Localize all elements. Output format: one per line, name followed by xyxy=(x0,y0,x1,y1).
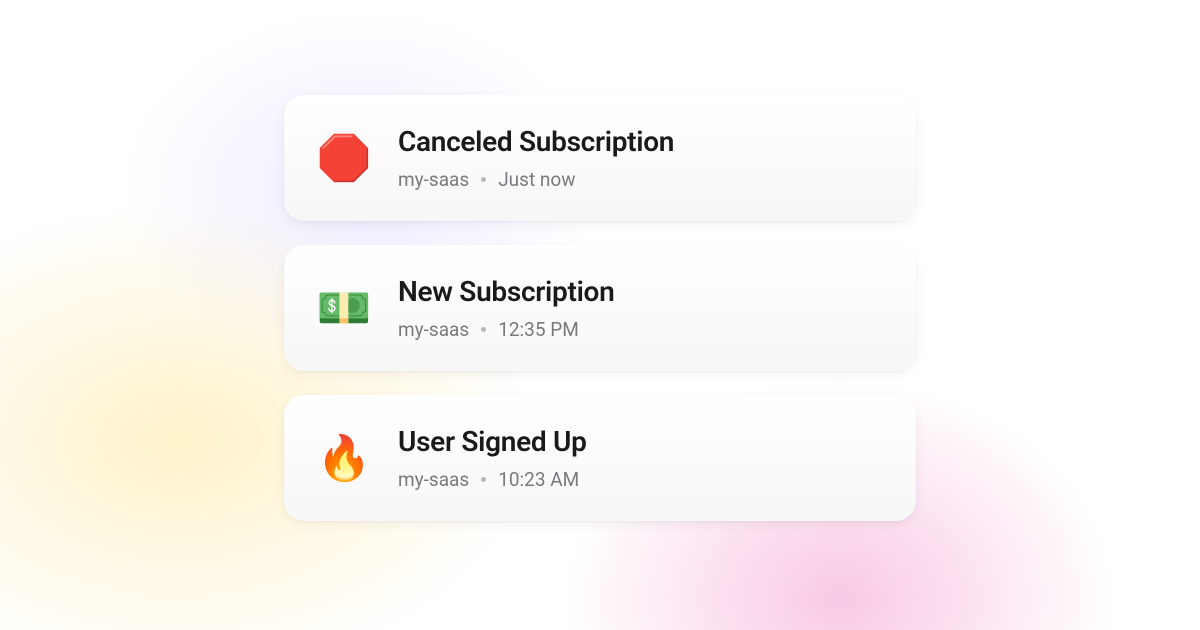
notification-content: User Signed Up my-saas 10:23 AM xyxy=(398,425,587,491)
notification-title: Canceled Subscription xyxy=(398,125,674,158)
notification-card[interactable]: 💵 New Subscription my-saas 12:35 PM xyxy=(284,245,916,371)
notification-time: 12:35 PM xyxy=(498,318,579,341)
notification-source: my-saas xyxy=(398,168,469,191)
notification-title: New Subscription xyxy=(398,275,614,308)
notification-meta: my-saas 10:23 AM xyxy=(398,468,587,491)
notification-meta: my-saas Just now xyxy=(398,168,674,191)
separator-dot xyxy=(481,177,486,182)
notification-card[interactable]: 🔥 User Signed Up my-saas 10:23 AM xyxy=(284,395,916,521)
notification-source: my-saas xyxy=(398,468,469,491)
notification-title: User Signed Up xyxy=(398,425,587,458)
notification-content: Canceled Subscription my-saas Just now xyxy=(398,125,674,191)
notification-source: my-saas xyxy=(398,318,469,341)
notification-time: 10:23 AM xyxy=(498,468,579,491)
stop-sign-icon: 🛑 xyxy=(318,132,370,184)
notification-meta: my-saas 12:35 PM xyxy=(398,318,614,341)
fire-icon: 🔥 xyxy=(318,432,370,484)
separator-dot xyxy=(481,327,486,332)
notifications-list: 🛑 Canceled Subscription my-saas Just now… xyxy=(284,95,916,521)
notification-content: New Subscription my-saas 12:35 PM xyxy=(398,275,614,341)
notification-card[interactable]: 🛑 Canceled Subscription my-saas Just now xyxy=(284,95,916,221)
money-icon: 💵 xyxy=(318,282,370,334)
separator-dot xyxy=(481,477,486,482)
notification-time: Just now xyxy=(498,168,575,191)
